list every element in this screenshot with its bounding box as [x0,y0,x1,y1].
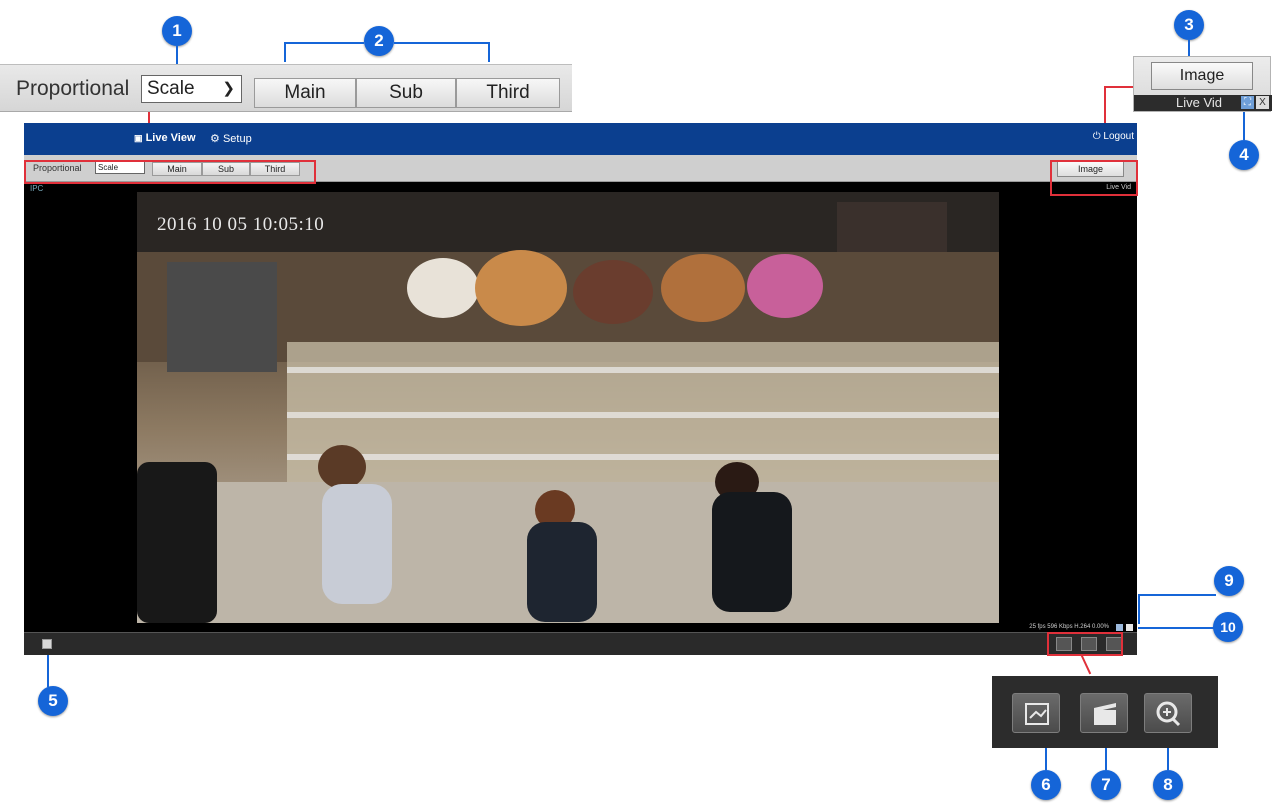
callout-2: 2 [364,26,394,56]
callout-9: 9 [1214,566,1244,596]
pastry-tray [661,254,745,322]
callout-7: 7 [1091,770,1121,800]
nav-live-view[interactable]: ▣ Live View [134,132,196,144]
bracket-line [488,42,490,62]
logout-link[interactable]: ⏻ Logout [1093,131,1134,142]
gear-icon: ⚙ [210,133,220,145]
pastry-tray [573,260,653,324]
bakery-scene-illustration [137,192,999,623]
power-icon: ⏻ [1092,131,1101,142]
top-navigation: ▣ Live View ⚙ Setup ⏻ Logout [24,123,1137,155]
digital-zoom-button[interactable] [1144,693,1192,733]
callout-10: 10 [1213,612,1243,642]
live-view-window: ▣ Live View ⚙ Setup ⏻ Logout Proportiona… [24,123,1137,655]
nav-setup-label: Setup [222,133,252,145]
osd-timestamp: 2016 10 05 10:05:10 [157,214,325,235]
channel-label: IPC [30,184,44,193]
bracket-line [284,42,286,62]
close-icon[interactable]: X [1256,96,1269,109]
third-stream-button[interactable]: Third [456,78,560,108]
person-left-edge [137,462,217,623]
person-body [712,492,792,612]
scene-display-shelf [287,412,999,418]
pastry-tray [747,254,823,318]
video-area: IPC Live Vid 2016 10 05 10:05:10 [24,182,1137,623]
person-body [322,484,392,604]
live-video-label: Live Vid [1176,95,1223,110]
callout-6: 6 [1031,770,1061,800]
nav-setup[interactable]: ⚙ Setup [210,132,252,145]
scene-display-shelf [287,454,999,460]
sub-stream-button[interactable]: Sub [356,78,456,108]
connector-line [1138,627,1214,629]
enlarged-image-panel: Image Live Vid ⛶ X [1133,56,1272,112]
highlight-icons-box [1047,632,1123,656]
zoom-in-icon [1156,701,1181,727]
scene-display-shelf [287,367,999,373]
nav-live-view-label: Live View [145,132,196,144]
highlight-connector [1104,86,1134,88]
highlight-connector [1080,653,1092,675]
connector-line [176,46,178,64]
callout-4: 4 [1229,140,1259,170]
stream-stats-bar: 25 fps 596 Kbps H.264 0.00% [24,623,1137,632]
callout-1: 1 [162,16,192,46]
monitor-icon: ▣ [134,133,143,143]
logout-label: Logout [1103,131,1134,142]
connector-line [1138,594,1140,624]
callout-8: 8 [1153,770,1183,800]
snapshot-button[interactable] [1012,693,1060,733]
record-icon [1094,703,1116,725]
main-stream-button[interactable]: Main [254,78,356,108]
pastry-tray [475,250,567,326]
bracket-line [394,42,490,44]
enlarged-stream-toolbar: Proportional Scale ❯ Main Sub Third [0,64,572,112]
bracket-line [284,42,364,44]
enlarged-toolbar-icons [992,676,1218,748]
proportional-label: Proportional [16,77,130,100]
video-toggle-icon[interactable] [42,639,52,649]
callout-5: 5 [38,686,68,716]
image-button[interactable]: Image [1151,62,1253,90]
fullscreen-icon[interactable]: ⛶ [1241,96,1254,109]
scale-select-value: Scale [147,78,195,99]
stream-stats: 25 fps 596 Kbps H.264 0.00% [1029,624,1109,630]
connector-line [1138,594,1216,596]
highlight-image-box [1050,160,1138,196]
record-button[interactable] [1080,693,1128,733]
fullscreen-icon[interactable] [1116,624,1123,631]
person-body [527,522,597,622]
highlight-toolbar-box [24,160,316,184]
live-video-feed[interactable]: 2016 10 05 10:05:10 [137,192,999,623]
bottom-toolbar [24,632,1137,655]
chevron-down-icon: ❯ [222,80,235,97]
ratio-toggle-icon[interactable] [1126,624,1133,631]
live-video-strip: Live Vid ⛶ X [1134,95,1272,111]
snapshot-icon [1025,703,1049,725]
scale-select[interactable]: Scale ❯ [141,75,242,103]
connector-line [47,651,49,687]
scene-register [167,262,277,372]
pastry-tray [407,258,479,318]
callout-3: 3 [1174,10,1204,40]
connector-line [1243,110,1245,140]
person-head [318,445,366,489]
